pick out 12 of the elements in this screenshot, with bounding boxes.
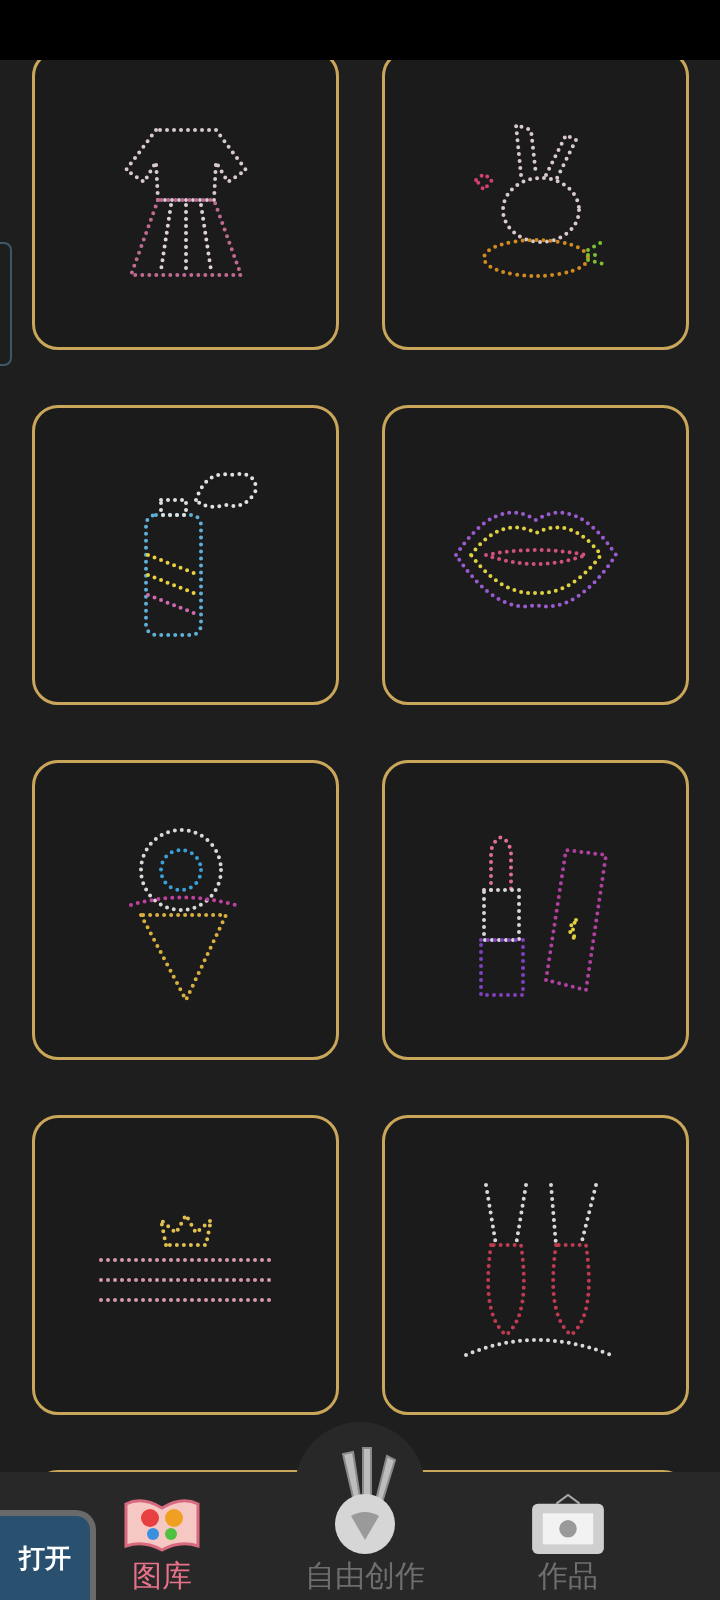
pattern-card[interactable] — [382, 1115, 689, 1415]
pattern-card[interactable] — [32, 760, 339, 1060]
nav-tab[interactable]: 图库 — [121, 1492, 202, 1600]
pattern-card[interactable] — [32, 405, 339, 705]
pattern-card[interactable] — [32, 1115, 339, 1415]
nav-tab[interactable]: 作品 — [528, 1492, 609, 1600]
pattern-card[interactable] — [382, 760, 689, 1060]
pattern-card[interactable] — [382, 60, 689, 350]
pattern-card[interactable] — [32, 60, 339, 350]
pattern-card[interactable] — [382, 405, 689, 705]
nav-tab[interactable]: 自由创作 — [305, 1446, 425, 1600]
open-app-button[interactable]: 打开 — [0, 1510, 96, 1600]
